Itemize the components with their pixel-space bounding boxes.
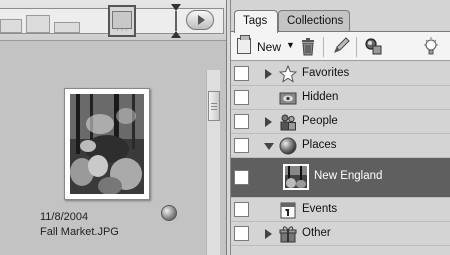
tag-label: Events <box>302 203 338 215</box>
trash-icon[interactable] <box>301 38 315 56</box>
tag-label: Favorites <box>302 67 350 79</box>
organize-pane: Tags Collections New ▼ Favorites Hidden … <box>231 0 450 255</box>
timeline-marker[interactable] <box>171 4 181 38</box>
star-icon <box>279 65 297 83</box>
tag-row-events[interactable]: Events <box>231 198 450 222</box>
tag-label: Places <box>302 139 337 151</box>
timeline-bar[interactable]: · · · <box>0 0 226 41</box>
tag-checkbox[interactable] <box>234 90 249 105</box>
expand-arrow-icon[interactable] <box>264 117 273 127</box>
pencil-icon[interactable] <box>331 36 351 56</box>
tag-label: New England <box>314 170 383 182</box>
tag-tree: Favorites Hidden People Places New Engla… <box>231 62 450 255</box>
tag-checkbox[interactable] <box>234 138 249 153</box>
timeline-bin <box>0 19 22 33</box>
tag-checkbox[interactable] <box>234 114 249 129</box>
tab-collections[interactable]: Collections <box>278 10 350 32</box>
new-tag-button[interactable]: New <box>257 40 281 54</box>
tag-row-people[interactable]: People <box>231 110 450 134</box>
tag-row-favorites[interactable]: Favorites <box>231 62 450 86</box>
scrollbar-thumb[interactable] <box>208 91 220 121</box>
tab-tags[interactable]: Tags <box>234 10 278 33</box>
gift-icon <box>279 226 297 243</box>
chevron-down-icon[interactable]: ▼ <box>286 40 295 50</box>
tag-row-hidden[interactable]: Hidden <box>231 86 450 110</box>
tag-photo-thumbnail <box>283 164 309 190</box>
photo-grid: 11/8/2004 Fall Market.JPG <box>0 58 226 255</box>
globe-icon <box>279 137 297 155</box>
hidden-icon <box>279 92 297 105</box>
photo-date: 11/8/2004 <box>40 211 89 223</box>
vertical-scrollbar[interactable] <box>206 70 220 255</box>
tag-label: Hidden <box>302 91 339 103</box>
tag-row-places[interactable]: Places <box>231 134 450 158</box>
calendar-icon <box>280 202 296 219</box>
tag-checkbox[interactable] <box>234 170 249 185</box>
tag-checkbox[interactable] <box>234 226 249 241</box>
collapse-arrow-icon[interactable] <box>264 142 274 151</box>
tag-label: People <box>302 115 338 127</box>
tag-row-new-england[interactable]: New England <box>231 158 450 198</box>
tags-toolbar: New ▼ <box>231 31 450 61</box>
timeline-bin <box>26 15 50 33</box>
photo-image <box>70 94 144 194</box>
photo-filename: Fall Market.JPG <box>40 226 119 238</box>
tag-checkbox[interactable] <box>234 202 249 217</box>
timeline-bin <box>54 22 80 33</box>
place-tag-icon[interactable] <box>161 205 177 221</box>
photo-thumbnail[interactable] <box>64 88 150 200</box>
tag-label: Other <box>302 227 331 239</box>
people-icon <box>280 114 296 131</box>
expand-arrow-icon[interactable] <box>264 229 273 239</box>
expand-arrow-icon[interactable] <box>264 69 273 79</box>
tag-checkbox[interactable] <box>234 66 249 81</box>
photo-browser-pane: · · · 11/8/2004 Fall Market.JPG <box>0 0 227 255</box>
timeline-window[interactable]: · · · <box>108 5 136 37</box>
find-tag-icon[interactable] <box>364 37 382 55</box>
new-tag-icon[interactable] <box>237 35 251 54</box>
timeline-next-button[interactable] <box>186 10 214 30</box>
play-arrow-icon <box>198 15 205 25</box>
lightbulb-icon[interactable] <box>423 37 439 57</box>
tag-row-other[interactable]: Other <box>231 222 450 246</box>
